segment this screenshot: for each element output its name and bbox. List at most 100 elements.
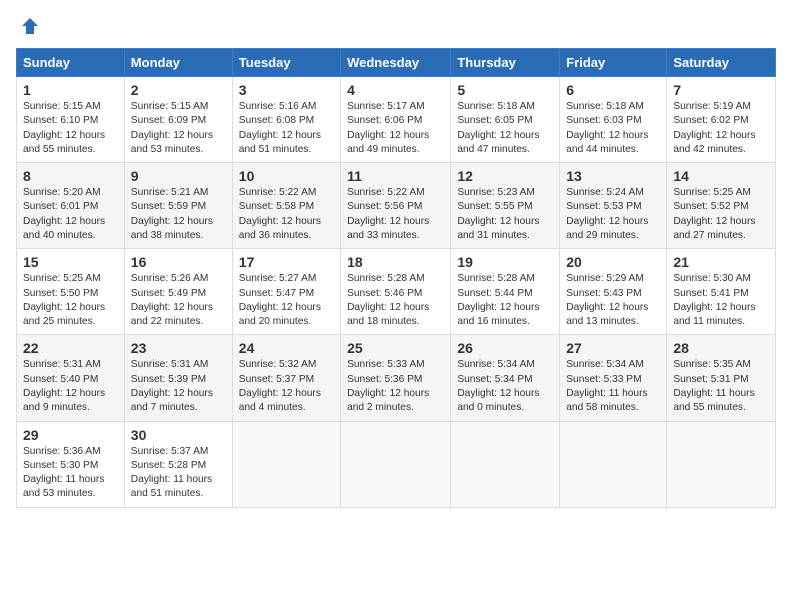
day-info: Sunrise: 5:34 AM Sunset: 5:34 PM Dayligh… — [457, 358, 553, 415]
day-info: Sunrise: 5:25 AM Sunset: 5:52 PM Dayligh… — [673, 186, 769, 243]
calendar-empty-cell — [451, 421, 560, 507]
calendar-day-cell: 3 Sunrise: 5:16 AM Sunset: 6:08 PM Daylig… — [232, 77, 340, 163]
day-number: 20 — [566, 254, 660, 270]
calendar-day-cell: 30 Sunrise: 5:37 AM Sunset: 5:28 PM Dayli… — [124, 421, 232, 507]
day-info: Sunrise: 5:15 AM Sunset: 6:09 PM Dayligh… — [131, 100, 226, 157]
page-header — [16, 16, 776, 36]
calendar-day-cell: 24 Sunrise: 5:32 AM Sunset: 5:37 PM Dayli… — [232, 335, 340, 421]
calendar-day-cell: 22 Sunrise: 5:31 AM Sunset: 5:40 PM Dayli… — [17, 335, 125, 421]
day-number: 16 — [131, 254, 226, 270]
calendar-day-cell: 16 Sunrise: 5:26 AM Sunset: 5:49 PM Dayli… — [124, 249, 232, 335]
day-number: 21 — [673, 254, 769, 270]
calendar-header-saturday: Saturday — [667, 49, 776, 77]
calendar-day-cell: 9 Sunrise: 5:21 AM Sunset: 5:59 PM Daylig… — [124, 163, 232, 249]
calendar-header-friday: Friday — [560, 49, 667, 77]
calendar-week-row: 15 Sunrise: 5:25 AM Sunset: 5:50 PM Dayli… — [17, 249, 776, 335]
calendar-day-cell: 6 Sunrise: 5:18 AM Sunset: 6:03 PM Daylig… — [560, 77, 667, 163]
day-number: 27 — [566, 340, 660, 356]
calendar-empty-cell — [667, 421, 776, 507]
calendar-day-cell: 28 Sunrise: 5:35 AM Sunset: 5:31 PM Dayli… — [667, 335, 776, 421]
day-info: Sunrise: 5:32 AM Sunset: 5:37 PM Dayligh… — [239, 358, 334, 415]
calendar-day-cell: 20 Sunrise: 5:29 AM Sunset: 5:43 PM Dayli… — [560, 249, 667, 335]
calendar-header-row: SundayMondayTuesdayWednesdayThursdayFrid… — [17, 49, 776, 77]
calendar-day-cell: 15 Sunrise: 5:25 AM Sunset: 5:50 PM Dayli… — [17, 249, 125, 335]
calendar-day-cell: 2Sunrise: 5:15 AM Sunset: 6:09 PM Daylig… — [124, 77, 232, 163]
day-info: Sunrise: 5:33 AM Sunset: 5:36 PM Dayligh… — [347, 358, 444, 415]
day-number: 29 — [23, 427, 118, 443]
calendar-day-cell: 8 Sunrise: 5:20 AM Sunset: 6:01 PM Daylig… — [17, 163, 125, 249]
day-number: 1 — [23, 82, 118, 98]
calendar-day-cell: 10Sunrise: 5:22 AM Sunset: 5:58 PM Dayli… — [232, 163, 340, 249]
day-number: 14 — [673, 168, 769, 184]
day-number: 4 — [347, 82, 444, 98]
calendar-week-row: 8 Sunrise: 5:20 AM Sunset: 6:01 PM Daylig… — [17, 163, 776, 249]
day-info: Sunrise: 5:16 AM Sunset: 6:08 PM Dayligh… — [239, 100, 334, 157]
calendar-day-cell: 27 Sunrise: 5:34 AM Sunset: 5:33 PM Dayli… — [560, 335, 667, 421]
day-info: Sunrise: 5:20 AM Sunset: 6:01 PM Dayligh… — [23, 186, 118, 243]
calendar-week-row: 1 Sunrise: 5:15 AM Sunset: 6:10 PM Daylig… — [17, 77, 776, 163]
day-number: 7 — [673, 82, 769, 98]
day-number: 15 — [23, 254, 118, 270]
calendar-header-monday: Monday — [124, 49, 232, 77]
logo — [16, 16, 40, 36]
day-number: 17 — [239, 254, 334, 270]
day-number: 30 — [131, 427, 226, 443]
day-info: Sunrise: 5:31 AM Sunset: 5:39 PM Dayligh… — [131, 358, 226, 415]
calendar-day-cell: 26 Sunrise: 5:34 AM Sunset: 5:34 PM Dayli… — [451, 335, 560, 421]
calendar-day-cell: 1 Sunrise: 5:15 AM Sunset: 6:10 PM Daylig… — [17, 77, 125, 163]
calendar-header-tuesday: Tuesday — [232, 49, 340, 77]
day-number: 25 — [347, 340, 444, 356]
day-number: 28 — [673, 340, 769, 356]
calendar-day-cell: 5 Sunrise: 5:18 AM Sunset: 6:05 PM Daylig… — [451, 77, 560, 163]
day-number: 22 — [23, 340, 118, 356]
calendar-table: SundayMondayTuesdayWednesdayThursdayFrid… — [16, 48, 776, 508]
day-info: Sunrise: 5:15 AM Sunset: 6:10 PM Dayligh… — [23, 100, 118, 157]
calendar-day-cell: 29 Sunrise: 5:36 AM Sunset: 5:30 PM Dayli… — [17, 421, 125, 507]
day-number: 19 — [457, 254, 553, 270]
day-number: 9 — [131, 168, 226, 184]
day-number: 26 — [457, 340, 553, 356]
day-number: 18 — [347, 254, 444, 270]
calendar-day-cell: 12 Sunrise: 5:23 AM Sunset: 5:55 PM Dayli… — [451, 163, 560, 249]
calendar-header-wednesday: Wednesday — [341, 49, 451, 77]
day-info: Sunrise: 5:19 AM Sunset: 6:02 PM Dayligh… — [673, 100, 769, 157]
day-info: Sunrise: 5:28 AM Sunset: 5:46 PM Dayligh… — [347, 272, 444, 329]
day-number: 5 — [457, 82, 553, 98]
calendar-day-cell: 19Sunrise: 5:28 AM Sunset: 5:44 PM Dayli… — [451, 249, 560, 335]
calendar-week-row: 22 Sunrise: 5:31 AM Sunset: 5:40 PM Dayli… — [17, 335, 776, 421]
day-info: Sunrise: 5:17 AM Sunset: 6:06 PM Dayligh… — [347, 100, 444, 157]
logo-icon — [20, 16, 40, 36]
day-number: 12 — [457, 168, 553, 184]
calendar-day-cell: 25 Sunrise: 5:33 AM Sunset: 5:36 PM Dayli… — [341, 335, 451, 421]
day-info: Sunrise: 5:34 AM Sunset: 5:33 PM Dayligh… — [566, 358, 660, 415]
day-number: 8 — [23, 168, 118, 184]
day-info: Sunrise: 5:31 AM Sunset: 5:40 PM Dayligh… — [23, 358, 118, 415]
day-number: 24 — [239, 340, 334, 356]
day-number: 11 — [347, 168, 444, 184]
day-number: 3 — [239, 82, 334, 98]
day-info: Sunrise: 5:24 AM Sunset: 5:53 PM Dayligh… — [566, 186, 660, 243]
calendar-day-cell: 4 Sunrise: 5:17 AM Sunset: 6:06 PM Daylig… — [341, 77, 451, 163]
day-number: 13 — [566, 168, 660, 184]
calendar-header-thursday: Thursday — [451, 49, 560, 77]
day-info: Sunrise: 5:23 AM Sunset: 5:55 PM Dayligh… — [457, 186, 553, 243]
calendar-empty-cell — [232, 421, 340, 507]
day-info: Sunrise: 5:27 AM Sunset: 5:47 PM Dayligh… — [239, 272, 334, 329]
day-info: Sunrise: 5:37 AM Sunset: 5:28 PM Dayligh… — [131, 445, 226, 502]
day-info: Sunrise: 5:18 AM Sunset: 6:05 PM Dayligh… — [457, 100, 553, 157]
day-info: Sunrise: 5:26 AM Sunset: 5:49 PM Dayligh… — [131, 272, 226, 329]
day-info: Sunrise: 5:25 AM Sunset: 5:50 PM Dayligh… — [23, 272, 118, 329]
calendar-day-cell: 13 Sunrise: 5:24 AM Sunset: 5:53 PM Dayli… — [560, 163, 667, 249]
calendar-day-cell: 11 Sunrise: 5:22 AM Sunset: 5:56 PM Dayli… — [341, 163, 451, 249]
day-info: Sunrise: 5:30 AM Sunset: 5:41 PM Dayligh… — [673, 272, 769, 329]
day-info: Sunrise: 5:35 AM Sunset: 5:31 PM Dayligh… — [673, 358, 769, 415]
day-info: Sunrise: 5:18 AM Sunset: 6:03 PM Dayligh… — [566, 100, 660, 157]
day-info: Sunrise: 5:36 AM Sunset: 5:30 PM Dayligh… — [23, 445, 118, 502]
calendar-day-cell: 17 Sunrise: 5:27 AM Sunset: 5:47 PM Dayli… — [232, 249, 340, 335]
day-info: Sunrise: 5:29 AM Sunset: 5:43 PM Dayligh… — [566, 272, 660, 329]
calendar-empty-cell — [560, 421, 667, 507]
day-info: Sunrise: 5:22 AM Sunset: 5:56 PM Dayligh… — [347, 186, 444, 243]
calendar-day-cell: 14 Sunrise: 5:25 AM Sunset: 5:52 PM Dayli… — [667, 163, 776, 249]
day-info: Sunrise: 5:21 AM Sunset: 5:59 PM Dayligh… — [131, 186, 226, 243]
day-number: 6 — [566, 82, 660, 98]
